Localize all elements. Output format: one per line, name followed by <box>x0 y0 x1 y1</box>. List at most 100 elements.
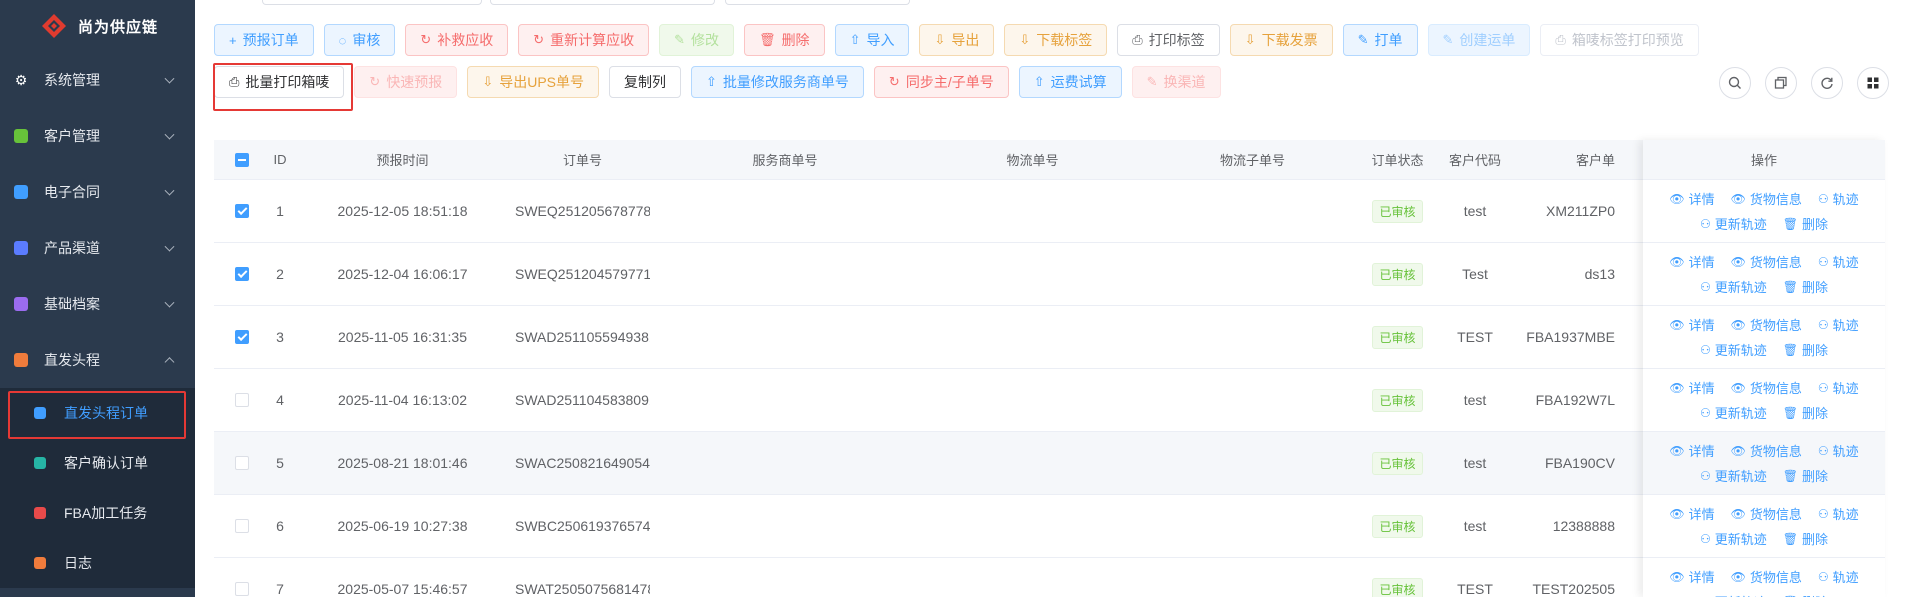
copy-icon[interactable] <box>1765 67 1797 99</box>
toolbar-button-row2-3[interactable]: 复制列 <box>609 66 682 98</box>
row-checkbox[interactable] <box>235 393 249 407</box>
header-svc[interactable]: 服务商单号 <box>650 150 920 169</box>
sidebar-subitem-3[interactable]: 日志 <box>0 538 195 588</box>
header-order[interactable]: 订单号 <box>515 150 650 169</box>
table-row[interactable]: 2 2025-12-04 16:06:17 SWEQ25120457977127 已审… <box>214 243 1885 306</box>
table-row[interactable]: 1 2025-12-05 18:51:18 SWEQ25120567877801 已审… <box>214 180 1885 243</box>
op-track-link[interactable]: ⚇ 轨迹 <box>1818 441 1859 460</box>
op-goods-link[interactable]: 👁 货物信息 <box>1731 252 1802 271</box>
op-update-link[interactable]: ⚇更新轨迹 <box>1700 529 1767 548</box>
toolbar-button-row1-11[interactable]: ✎ 打单 <box>1342 24 1418 56</box>
op-delete-link[interactable]: 🗑删除 <box>1783 466 1828 485</box>
header-log[interactable]: 物流单号 <box>920 150 1145 169</box>
table-row[interactable]: 6 2025-06-19 10:27:38 SWBC25061937657420 已审… <box>214 495 1885 558</box>
toolbar-button-row2-1[interactable]: ↻ 快速预报 <box>354 66 458 98</box>
toolbar-button-row1-5[interactable]: 🗑 删除 <box>744 24 825 56</box>
sidebar-subitem-1[interactable]: 客户确认订单 <box>0 438 195 488</box>
toolbar-button-row2-4[interactable]: ⇧ 批量修改服务商单号 <box>691 66 864 98</box>
op-update-link[interactable]: ⚇更新轨迹 <box>1700 214 1767 233</box>
toolbar-button-row1-12[interactable]: ✎ 创建运单 <box>1427 24 1531 56</box>
op-track-link[interactable]: ⚇ 轨迹 <box>1818 504 1859 523</box>
toolbar-button-row2-5[interactable]: ↻ 同步主/子单号 <box>873 66 1009 98</box>
sidebar-item-0[interactable]: ⚙ 系统管理 <box>0 52 195 108</box>
op-detail-link[interactable]: 👁 详情 <box>1669 567 1714 586</box>
header-id[interactable]: ID <box>270 152 290 167</box>
search-input-edge[interactable] <box>490 0 715 5</box>
grid-icon[interactable] <box>1857 67 1889 99</box>
op-detail-link[interactable]: 👁 详情 <box>1669 504 1714 523</box>
toolbar-button-row1-6[interactable]: ⇧ 导入 <box>834 24 910 56</box>
toolbar-button-row1-2[interactable]: ↻ 补救应收 <box>405 24 509 56</box>
sidebar-item-5[interactable]: 直发头程 <box>0 332 195 388</box>
row-checkbox[interactable] <box>235 582 249 596</box>
op-detail-link[interactable]: 👁 详情 <box>1669 252 1714 271</box>
search-icon[interactable] <box>1719 67 1751 99</box>
download-icon: ⇩ <box>934 32 946 47</box>
toolbar-button-row1-1[interactable]: ◌ 审核 <box>323 24 396 56</box>
op-delete-link[interactable]: 🗑删除 <box>1783 340 1828 359</box>
header-time[interactable]: 预报时间 <box>290 150 515 169</box>
sidebar-item-3[interactable]: 产品渠道 <box>0 220 195 276</box>
op-delete-link[interactable]: 🗑删除 <box>1783 277 1828 296</box>
table-row[interactable]: 5 2025-08-21 18:01:46 SWAC25082164905416 已审… <box>214 432 1885 495</box>
toolbar-button-row1-3[interactable]: ↻ 重新计算应收 <box>518 24 650 56</box>
search-input-edge[interactable] <box>725 0 910 5</box>
header-cno[interactable]: 客户单 <box>1515 150 1615 169</box>
toolbar-button-row1-13[interactable]: ⎙ 箱唛标签打印预览 <box>1540 24 1699 56</box>
op-goods-link[interactable]: 👁 货物信息 <box>1731 567 1802 586</box>
toolbar-button-row2-2[interactable]: ⇩ 导出UPS单号 <box>467 66 600 98</box>
toolbar-button-row2-6[interactable]: ⇧ 运费试算 <box>1018 66 1122 98</box>
op-goods-link[interactable]: 👁 货物信息 <box>1731 315 1802 334</box>
toolbar-button-row1-4[interactable]: ✎ 修改 <box>659 24 735 56</box>
op-update-link[interactable]: ⚇更新轨迹 <box>1700 277 1767 296</box>
op-update-link[interactable]: ⚇更新轨迹 <box>1700 592 1767 597</box>
op-track-link[interactable]: ⚇ 轨迹 <box>1818 567 1859 586</box>
op-goods-link[interactable]: 👁 货物信息 <box>1731 378 1802 397</box>
search-input-edge[interactable] <box>262 0 482 5</box>
toolbar-button-row1-10[interactable]: ⇩ 下载发票 <box>1229 24 1333 56</box>
sidebar-item-1[interactable]: 客户管理 <box>0 108 195 164</box>
op-delete-link[interactable]: 🗑删除 <box>1783 214 1828 233</box>
op-detail-link[interactable]: 👁 详情 <box>1669 378 1714 397</box>
op-track-link[interactable]: ⚇ 轨迹 <box>1818 315 1859 334</box>
table-row[interactable]: 3 2025-11-05 16:31:35 SWAD25110559493814 已审… <box>214 306 1885 369</box>
sidebar-item-label: 基础档案 <box>44 296 100 312</box>
op-goods-link[interactable]: 👁 货物信息 <box>1731 189 1802 208</box>
toolbar-button-row1-9[interactable]: ⎙ 打印标签 <box>1117 24 1220 56</box>
select-all-checkbox[interactable] <box>235 152 249 167</box>
op-goods-link[interactable]: 👁 货物信息 <box>1731 441 1802 460</box>
op-delete-link[interactable]: 🗑删除 <box>1783 592 1828 597</box>
op-detail-link[interactable]: 👁 详情 <box>1669 189 1714 208</box>
refresh-icon[interactable] <box>1811 67 1843 99</box>
op-track-link[interactable]: ⚇ 轨迹 <box>1818 189 1859 208</box>
row-checkbox[interactable] <box>235 330 249 344</box>
toolbar-button-row2-7[interactable]: ✎ 换渠道 <box>1131 66 1221 98</box>
op-update-link[interactable]: ⚇更新轨迹 <box>1700 466 1767 485</box>
op-detail-link[interactable]: 👁 详情 <box>1669 315 1714 334</box>
header-sub[interactable]: 物流子单号 <box>1145 150 1360 169</box>
edit-icon: ✎ <box>1146 74 1158 89</box>
row-checkbox[interactable] <box>235 267 249 281</box>
op-track-link[interactable]: ⚇ 轨迹 <box>1818 378 1859 397</box>
table-row[interactable]: 7 2025-05-07 15:46:57 SWAT25050756814780 已审… <box>214 558 1885 597</box>
toolbar-button-row1-0[interactable]: + 预报订单 <box>214 24 314 56</box>
sidebar-subitem-2[interactable]: FBA加工任务 <box>0 488 195 538</box>
header-status[interactable]: 订单状态 <box>1360 150 1435 169</box>
row-checkbox[interactable] <box>235 204 249 218</box>
sidebar-item-4[interactable]: 基础档案 <box>0 276 195 332</box>
op-detail-link[interactable]: 👁 详情 <box>1669 441 1714 460</box>
toolbar-button-row1-8[interactable]: ⇩ 下载标签 <box>1004 24 1108 56</box>
op-update-link[interactable]: ⚇更新轨迹 <box>1700 340 1767 359</box>
op-goods-link[interactable]: 👁 货物信息 <box>1731 504 1802 523</box>
sidebar-item-2[interactable]: 电子合同 <box>0 164 195 220</box>
header-cust[interactable]: 客户代码 <box>1435 150 1515 169</box>
op-update-link[interactable]: ⚇更新轨迹 <box>1700 403 1767 422</box>
op-delete-link[interactable]: 🗑删除 <box>1783 529 1828 548</box>
op-track-link[interactable]: ⚇ 轨迹 <box>1818 252 1859 271</box>
table-row[interactable]: 4 2025-11-04 16:13:02 SWAD25110458380913 已审… <box>214 369 1885 432</box>
op-delete-link[interactable]: 🗑删除 <box>1783 403 1828 422</box>
row-checkbox[interactable] <box>235 456 249 470</box>
row-checkbox[interactable] <box>235 519 249 533</box>
sidebar-subitem-0[interactable]: 直发头程订单 <box>0 388 195 439</box>
toolbar-button-row1-7[interactable]: ⇩ 导出 <box>919 24 995 56</box>
